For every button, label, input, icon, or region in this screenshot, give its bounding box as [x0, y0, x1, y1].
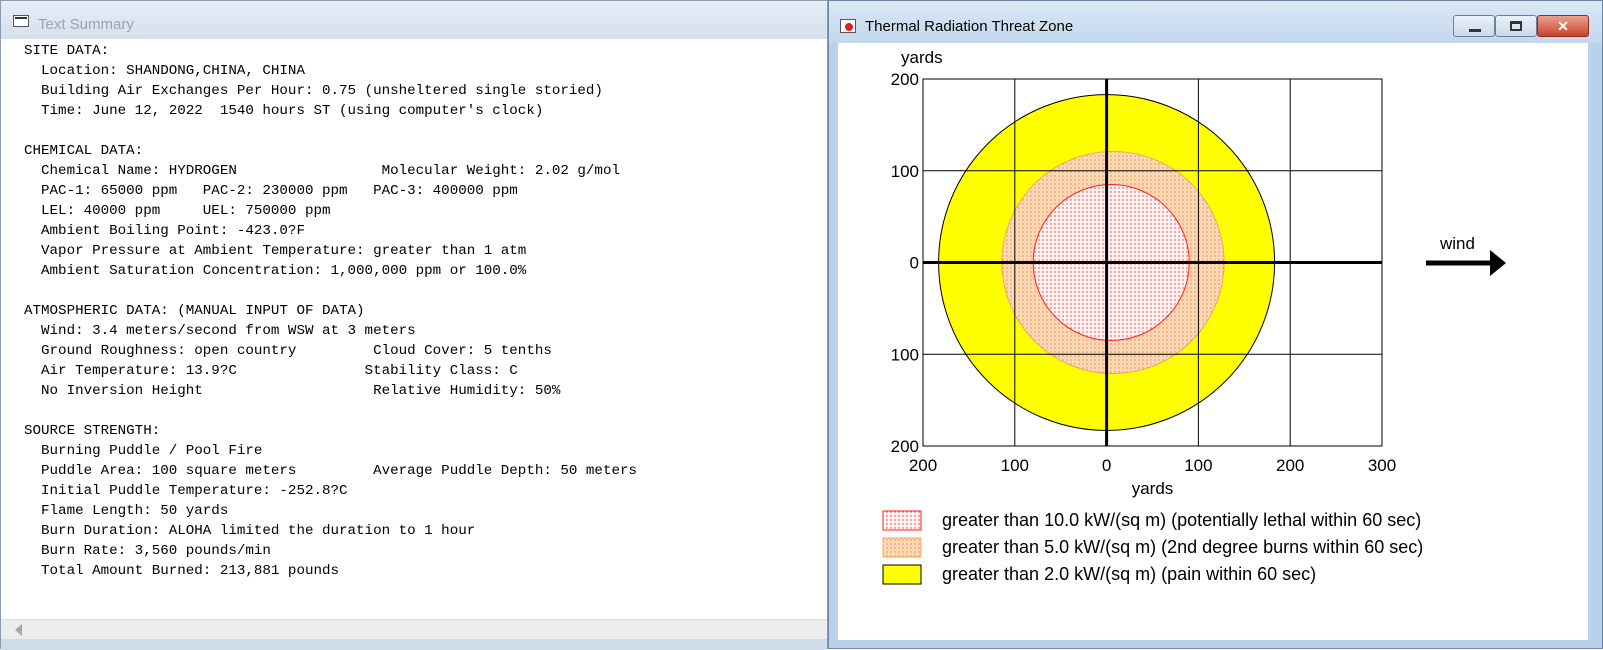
maximize-icon [1510, 21, 1522, 31]
close-icon: ✕ [1557, 18, 1569, 34]
close-button[interactable]: ✕ [1537, 15, 1589, 37]
threat-zone-app-icon [840, 19, 856, 33]
summary-titlebar[interactable]: Text Summary [1, 1, 827, 39]
x-tick-label: 100 [1184, 456, 1212, 475]
minimize-icon [1469, 29, 1481, 32]
summary-window-title: Text Summary [38, 16, 134, 33]
threat-zone-chart: 200 100 0 100 200 300 200 100 0 100 200 yards yards w… [882, 48, 1506, 585]
y-tick-label: 200 [891, 70, 919, 89]
legend-label-orange: greater than 5.0 kW/(sq m) (2nd degree b… [942, 537, 1423, 557]
window-frame [1, 639, 827, 650]
legend-swatch-yellow [882, 564, 922, 585]
minimize-button[interactable] [1453, 15, 1495, 37]
wind-arrow-icon [1490, 250, 1506, 276]
maximize-button[interactable] [1495, 15, 1537, 37]
threat-zone-window: Thermal Radiation Threat Zone ✕ 200 100 0 1… [828, 0, 1603, 649]
text-summary-window: Text Summary SITE DATA: Location: SHANDO… [0, 0, 828, 650]
threat-zone-plot-panel: 200 100 0 100 200 300 200 100 0 100 200 yards yards w… [838, 43, 1588, 640]
threat-zone-titlebar[interactable]: Thermal Radiation Threat Zone ✕ [829, 1, 1602, 43]
threat-zone-window-title: Thermal Radiation Threat Zone [865, 18, 1074, 35]
x-tick-label: 0 [1102, 456, 1111, 475]
legend-label-yellow: greater than 2.0 kW/(sq m) (pain within … [942, 564, 1316, 584]
app-window-icon [13, 15, 29, 27]
legend-label-red: greater than 10.0 kW/(sq m) (potentially… [942, 510, 1421, 530]
summary-text-area[interactable]: SITE DATA: Location: SHANDONG,CHINA, CHI… [1, 39, 827, 619]
legend-swatch-red [882, 510, 922, 531]
y-tick-label: 200 [891, 437, 919, 456]
legend-swatch-orange [882, 537, 922, 558]
y-tick-label: 100 [891, 162, 919, 181]
y-tick-label: 0 [910, 254, 919, 273]
summary-text: SITE DATA: Location: SHANDONG,CHINA, CHI… [24, 43, 637, 579]
x-tick-label: 300 [1368, 456, 1396, 475]
y-tick-label: 100 [891, 345, 919, 364]
x-tick-label: 100 [1001, 456, 1029, 475]
horizontal-scrollbar[interactable] [1, 619, 827, 640]
x-axis-label: yards [1132, 479, 1174, 498]
x-tick-label: 200 [909, 456, 937, 475]
y-axis-label: yards [901, 48, 943, 67]
wind-label: wind [1439, 234, 1475, 253]
scroll-left-arrow-icon[interactable] [15, 624, 22, 636]
x-tick-label: 200 [1276, 456, 1304, 475]
